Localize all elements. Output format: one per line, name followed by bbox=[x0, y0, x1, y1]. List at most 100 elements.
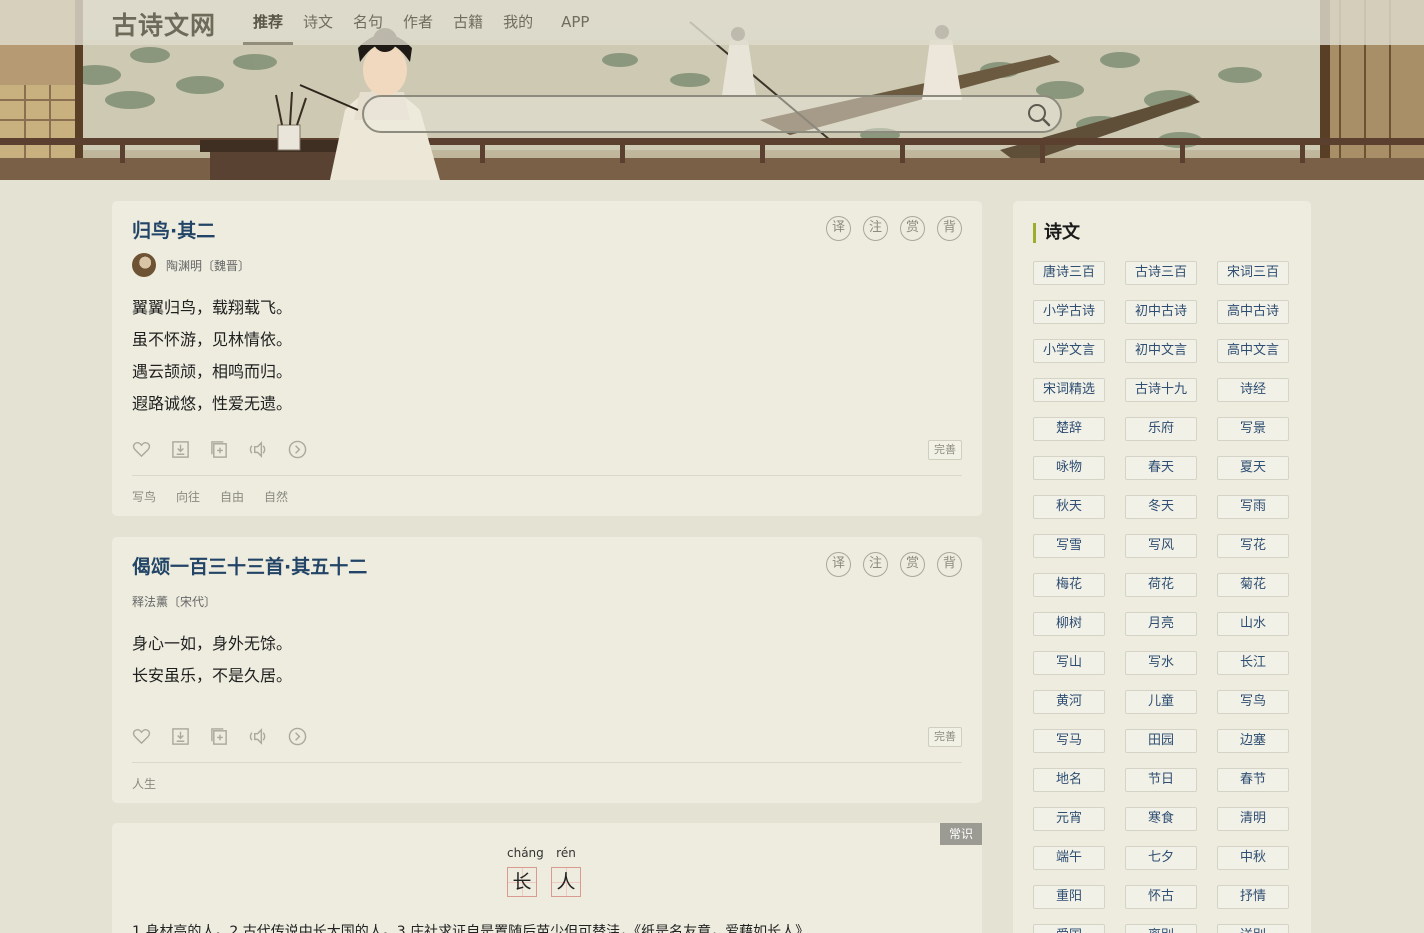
nav-classics[interactable]: 古籍 bbox=[443, 0, 493, 45]
arrow-right-circle-icon[interactable] bbox=[288, 727, 307, 746]
sidebar-category-link[interactable]: 春节 bbox=[1217, 768, 1289, 792]
tag-link[interactable]: 向往 bbox=[176, 488, 200, 505]
sidebar-category-link[interactable]: 初中文言 bbox=[1125, 339, 1197, 363]
sidebar-category-link[interactable]: 春天 bbox=[1125, 456, 1197, 480]
nav-app[interactable]: APP bbox=[551, 0, 599, 45]
poem-line: 遐路诚悠，性爱无遗。 bbox=[132, 394, 293, 413]
copy-icon[interactable] bbox=[210, 727, 229, 746]
nav-authors[interactable]: 作者 bbox=[393, 0, 443, 45]
divider bbox=[132, 762, 962, 763]
sidebar-category-link[interactable]: 高中古诗 bbox=[1217, 300, 1289, 324]
sidebar-category-link[interactable]: 写马 bbox=[1033, 729, 1105, 753]
search-icon[interactable] bbox=[1026, 102, 1052, 128]
sidebar-category-link[interactable]: 荷花 bbox=[1125, 573, 1197, 597]
sidebar-category-link[interactable]: 古诗三百 bbox=[1125, 261, 1197, 285]
sidebar-category-link[interactable]: 写雪 bbox=[1033, 534, 1105, 558]
annotate-button[interactable]: 注 bbox=[863, 552, 888, 577]
sidebar-category-link[interactable]: 节日 bbox=[1125, 768, 1197, 792]
tag-link[interactable]: 写鸟 bbox=[132, 488, 156, 505]
improve-button[interactable]: 完善 bbox=[928, 440, 962, 460]
sidebar-category-link[interactable]: 写山 bbox=[1033, 651, 1105, 675]
sidebar-category-link[interactable]: 柳树 bbox=[1033, 612, 1105, 636]
sidebar-category-link[interactable]: 写水 bbox=[1125, 651, 1197, 675]
sidebar-category-link[interactable]: 田园 bbox=[1125, 729, 1197, 753]
sidebar-category-link[interactable]: 菊花 bbox=[1217, 573, 1289, 597]
sidebar-category-link[interactable]: 唐诗三百 bbox=[1033, 261, 1105, 285]
sidebar-category-link[interactable]: 楚辞 bbox=[1033, 417, 1105, 441]
download-icon[interactable] bbox=[171, 440, 190, 459]
tag-link[interactable]: 人生 bbox=[132, 775, 156, 792]
sidebar-category-link[interactable]: 端午 bbox=[1033, 846, 1105, 870]
sidebar-category-link[interactable]: 中秋 bbox=[1217, 846, 1289, 870]
sidebar-category-link[interactable]: 梅花 bbox=[1033, 573, 1105, 597]
annotate-button[interactable]: 注 bbox=[863, 216, 888, 241]
translate-button[interactable]: 译 bbox=[826, 216, 851, 241]
sidebar-category-link[interactable]: 爱国 bbox=[1033, 924, 1105, 933]
author-avatar[interactable] bbox=[132, 253, 156, 277]
sidebar-category-link[interactable]: 诗经 bbox=[1217, 378, 1289, 402]
sidebar-category-link[interactable]: 元宵 bbox=[1033, 807, 1105, 831]
sidebar-category-link[interactable]: 初中古诗 bbox=[1125, 300, 1197, 324]
translate-button[interactable]: 译 bbox=[826, 552, 851, 577]
sidebar-category-link[interactable]: 月亮 bbox=[1125, 612, 1197, 636]
sidebar-category-link[interactable]: 古诗十九 bbox=[1125, 378, 1197, 402]
sidebar-category-link[interactable]: 宋词精选 bbox=[1033, 378, 1105, 402]
sidebar-category-link[interactable]: 黄河 bbox=[1033, 690, 1105, 714]
nav-mine[interactable]: 我的 bbox=[493, 0, 543, 45]
download-icon[interactable] bbox=[171, 727, 190, 746]
hanzi-box: 人 bbox=[551, 867, 581, 897]
search-input[interactable] bbox=[380, 97, 1020, 131]
audio-icon[interactable] bbox=[249, 440, 268, 459]
sidebar-category-link[interactable]: 秋天 bbox=[1033, 495, 1105, 519]
recite-button[interactable]: 背 bbox=[937, 552, 962, 577]
sidebar-category-link[interactable]: 咏物 bbox=[1033, 456, 1105, 480]
audio-icon[interactable] bbox=[249, 727, 268, 746]
sidebar-category-link[interactable]: 地名 bbox=[1033, 768, 1105, 792]
poem-author[interactable]: 释法薰〔宋代〕 bbox=[132, 593, 216, 610]
sidebar-category-link[interactable]: 离别 bbox=[1125, 924, 1197, 933]
poem-title[interactable]: 归鸟·其二 bbox=[132, 216, 215, 243]
sidebar-category-link[interactable]: 写雨 bbox=[1217, 495, 1289, 519]
appreciate-button[interactable]: 赏 bbox=[900, 552, 925, 577]
poem-tools: 译 注 赏 背 bbox=[826, 216, 962, 241]
sidebar-category-link[interactable]: 抒情 bbox=[1217, 885, 1289, 909]
sidebar-category-link[interactable]: 重阳 bbox=[1033, 885, 1105, 909]
sidebar-category-link[interactable]: 夏天 bbox=[1217, 456, 1289, 480]
sidebar-category-link[interactable]: 写鸟 bbox=[1217, 690, 1289, 714]
sidebar-category-link[interactable]: 写风 bbox=[1125, 534, 1197, 558]
nav-poems[interactable]: 诗文 bbox=[293, 0, 343, 45]
sidebar-category-link[interactable]: 宋词三百 bbox=[1217, 261, 1289, 285]
appreciate-button[interactable]: 赏 bbox=[900, 216, 925, 241]
copy-icon[interactable] bbox=[210, 440, 229, 459]
pinyin-text: rén bbox=[556, 846, 576, 860]
poem-line: 虽不怀游，见林情依。 bbox=[132, 330, 293, 349]
sidebar-category-link[interactable]: 小学古诗 bbox=[1033, 300, 1105, 324]
sidebar-category-link[interactable]: 寒食 bbox=[1125, 807, 1197, 831]
tag-link[interactable]: 自由 bbox=[220, 488, 244, 505]
sidebar-category-link[interactable]: 乐府 bbox=[1125, 417, 1197, 441]
sidebar-category-link[interactable]: 清明 bbox=[1217, 807, 1289, 831]
sidebar-category-link[interactable]: 写花 bbox=[1217, 534, 1289, 558]
sidebar-category-link[interactable]: 七夕 bbox=[1125, 846, 1197, 870]
sidebar-category-link[interactable]: 高中文言 bbox=[1217, 339, 1289, 363]
sidebar-category-link[interactable]: 写景 bbox=[1217, 417, 1289, 441]
nav-recommend[interactable]: 推荐 bbox=[243, 0, 294, 45]
sidebar-category-link[interactable]: 长江 bbox=[1217, 651, 1289, 675]
site-logo[interactable]: 古诗文网 bbox=[112, 6, 216, 42]
poem-author[interactable]: 陶渊明〔魏晋〕 bbox=[166, 257, 250, 274]
nav-quotes[interactable]: 名句 bbox=[343, 0, 393, 45]
heart-icon[interactable] bbox=[132, 727, 151, 746]
sidebar-category-link[interactable]: 山水 bbox=[1217, 612, 1289, 636]
sidebar-category-link[interactable]: 送别 bbox=[1217, 924, 1289, 933]
arrow-right-circle-icon[interactable] bbox=[288, 440, 307, 459]
tag-link[interactable]: 自然 bbox=[264, 488, 288, 505]
sidebar-category-link[interactable]: 小学文言 bbox=[1033, 339, 1105, 363]
sidebar-category-link[interactable]: 冬天 bbox=[1125, 495, 1197, 519]
sidebar-category-link[interactable]: 怀古 bbox=[1125, 885, 1197, 909]
improve-button[interactable]: 完善 bbox=[928, 727, 962, 747]
sidebar-category-link[interactable]: 边塞 bbox=[1217, 729, 1289, 753]
heart-icon[interactable] bbox=[132, 440, 151, 459]
sidebar-category-link[interactable]: 儿童 bbox=[1125, 690, 1197, 714]
recite-button[interactable]: 背 bbox=[937, 216, 962, 241]
poem-title[interactable]: 偈颂一百三十三首·其五十二 bbox=[132, 552, 367, 579]
